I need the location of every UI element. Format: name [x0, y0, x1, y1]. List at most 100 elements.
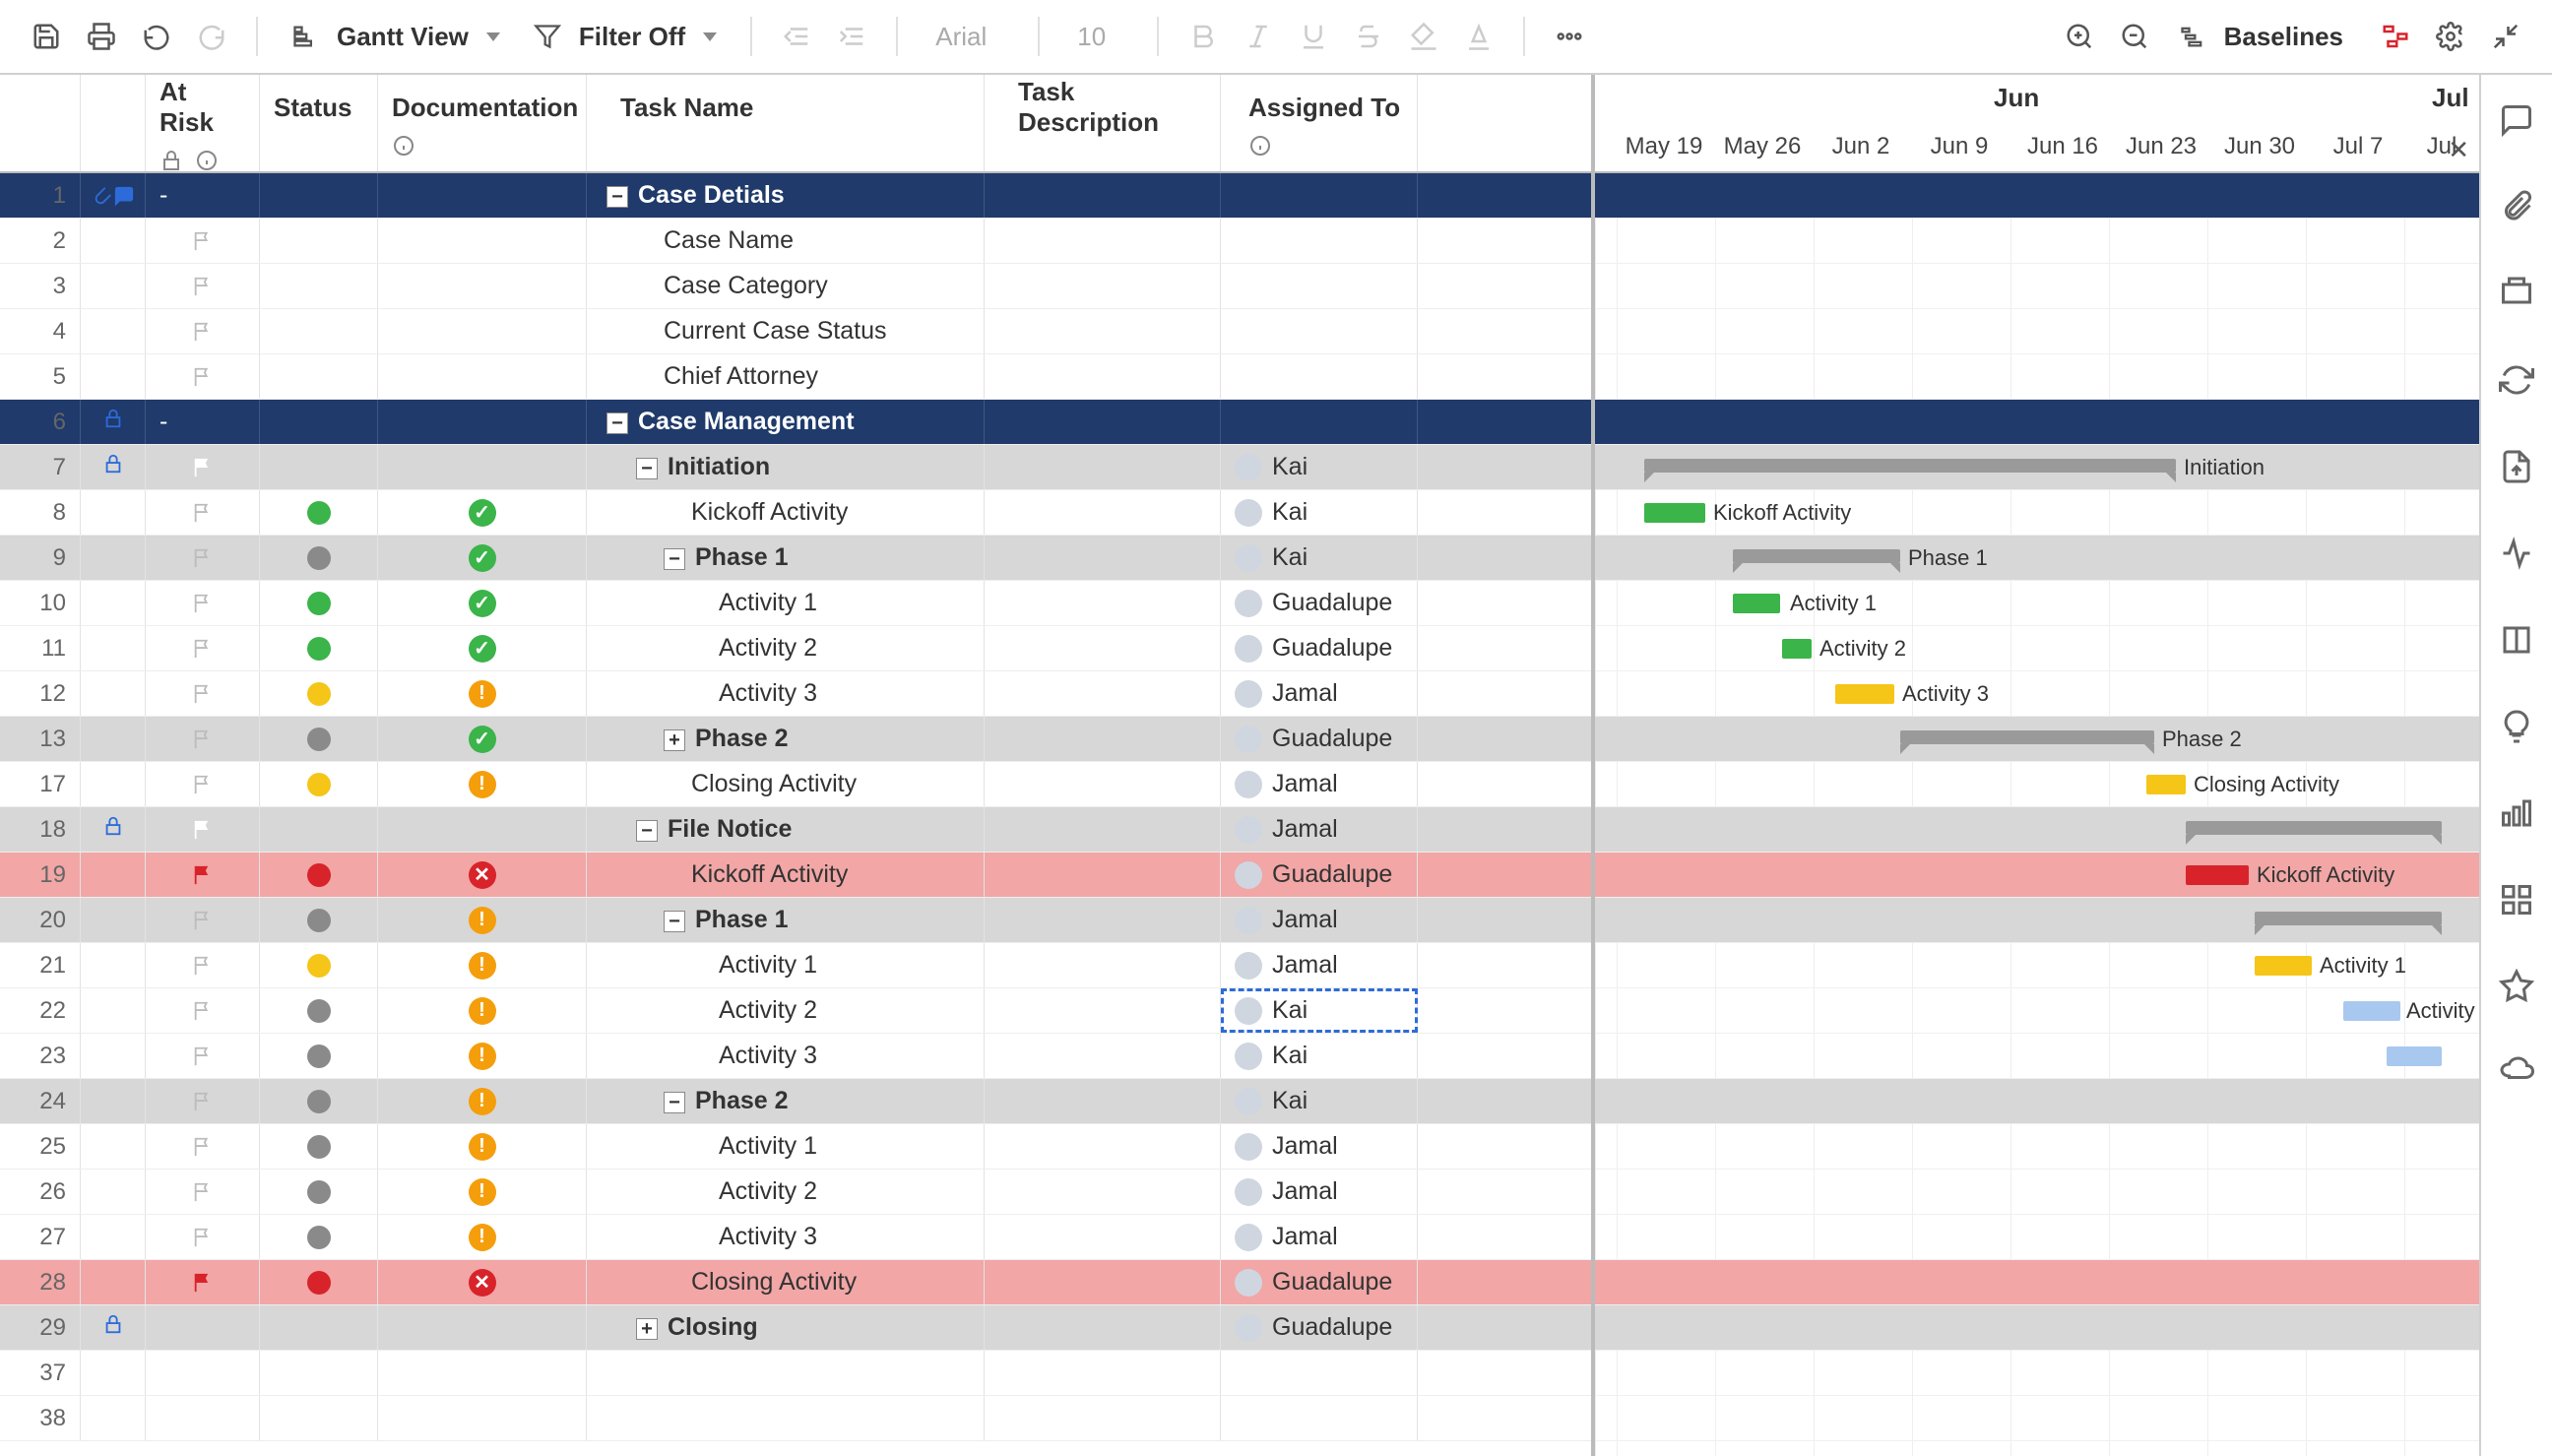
- risk-cell[interactable]: [146, 1351, 260, 1395]
- font-family-select[interactable]: Arial: [918, 22, 1018, 52]
- doc-cell[interactable]: ✕: [378, 853, 587, 897]
- risk-cell[interactable]: [146, 943, 260, 987]
- task-cell[interactable]: Activity 2: [587, 988, 985, 1033]
- assigned-cell[interactable]: Kai: [1221, 1034, 1418, 1078]
- summary-icon[interactable]: [2499, 622, 2534, 658]
- row-number[interactable]: 8: [0, 490, 81, 535]
- grid-row[interactable]: 1 -−Case Detials: [0, 173, 1591, 219]
- flag-icon[interactable]: [192, 910, 214, 931]
- task-cell[interactable]: Activity 3: [587, 671, 985, 716]
- flag-icon[interactable]: [192, 774, 214, 795]
- critical-path-button[interactable]: [2371, 14, 2420, 59]
- zoom-in-button[interactable]: [2055, 14, 2104, 59]
- expand-toggle[interactable]: −: [664, 911, 685, 932]
- task-cell[interactable]: −Phase 1: [587, 898, 985, 942]
- gantt-row[interactable]: Closing Activity: [1595, 762, 2479, 807]
- task-cell[interactable]: −File Notice: [587, 807, 985, 852]
- task-cell[interactable]: +Phase 2: [587, 717, 985, 761]
- doc-cell[interactable]: ✓: [378, 717, 587, 761]
- status-cell[interactable]: [260, 581, 378, 625]
- desc-cell[interactable]: [985, 988, 1221, 1033]
- col-task[interactable]: Task Name: [587, 75, 985, 171]
- expand-toggle[interactable]: +: [664, 729, 685, 751]
- desc-cell[interactable]: [985, 1215, 1221, 1259]
- task-cell[interactable]: Case Category: [587, 264, 985, 308]
- grid-row[interactable]: 23!Activity 3Kai: [0, 1034, 1591, 1079]
- flag-icon[interactable]: [192, 1181, 214, 1203]
- task-cell[interactable]: Activity 1: [587, 581, 985, 625]
- expand-toggle[interactable]: −: [606, 186, 628, 208]
- doc-cell[interactable]: [378, 807, 587, 852]
- task-cell[interactable]: Activity 1: [587, 943, 985, 987]
- proofs-icon[interactable]: [2499, 276, 2534, 311]
- task-cell[interactable]: Kickoff Activity: [587, 490, 985, 535]
- publish-icon[interactable]: [2499, 449, 2534, 484]
- risk-cell[interactable]: [146, 898, 260, 942]
- integration-icon[interactable]: [2499, 1055, 2534, 1091]
- status-cell[interactable]: [260, 1170, 378, 1214]
- doc-cell[interactable]: [378, 400, 587, 444]
- doc-cell[interactable]: !: [378, 1215, 587, 1259]
- flag-icon[interactable]: [192, 1272, 214, 1294]
- flag-icon[interactable]: [192, 457, 214, 478]
- row-number[interactable]: 28: [0, 1260, 81, 1304]
- assigned-cell[interactable]: Jamal: [1221, 898, 1418, 942]
- assigned-cell[interactable]: Kai: [1221, 988, 1418, 1033]
- desc-cell[interactable]: [985, 1124, 1221, 1169]
- zoom-out-button[interactable]: [2110, 14, 2159, 59]
- assigned-cell[interactable]: [1221, 354, 1418, 399]
- status-cell[interactable]: [260, 626, 378, 670]
- gantt-row[interactable]: Kickoff Activity: [1595, 853, 2479, 898]
- expand-toggle[interactable]: +: [636, 1318, 658, 1340]
- doc-cell[interactable]: [378, 445, 587, 489]
- task-cell[interactable]: Activity 3: [587, 1034, 985, 1078]
- risk-cell[interactable]: [146, 264, 260, 308]
- gantt-row[interactable]: Activity 3: [1595, 671, 2479, 717]
- doc-cell[interactable]: [378, 1396, 587, 1440]
- risk-cell[interactable]: [146, 309, 260, 353]
- task-cell[interactable]: Activity 3: [587, 1215, 985, 1259]
- assigned-cell[interactable]: Jamal: [1221, 762, 1418, 806]
- desc-cell[interactable]: [985, 1260, 1221, 1304]
- desc-cell[interactable]: [985, 264, 1221, 308]
- doc-cell[interactable]: [378, 1305, 587, 1350]
- grid-row[interactable]: 21!Activity 1Jamal: [0, 943, 1591, 988]
- grid-row[interactable]: 26!Activity 2Jamal: [0, 1170, 1591, 1215]
- status-cell[interactable]: [260, 1396, 378, 1440]
- collapse-button[interactable]: [2481, 14, 2530, 59]
- assigned-cell[interactable]: [1221, 264, 1418, 308]
- task-cell[interactable]: Kickoff Activity: [587, 853, 985, 897]
- grid-row[interactable]: 17!Closing ActivityJamal: [0, 762, 1591, 807]
- row-number[interactable]: 24: [0, 1079, 81, 1123]
- grid-row[interactable]: 37: [0, 1351, 1591, 1396]
- desc-cell[interactable]: [985, 671, 1221, 716]
- task-bar[interactable]: [2186, 865, 2249, 885]
- expand-toggle[interactable]: −: [664, 548, 685, 570]
- assigned-cell[interactable]: [1221, 309, 1418, 353]
- gantt-row[interactable]: [1595, 1215, 2479, 1260]
- doc-cell[interactable]: !: [378, 1079, 587, 1123]
- task-bar[interactable]: [1835, 684, 1894, 704]
- flag-icon[interactable]: [192, 321, 214, 343]
- assigned-cell[interactable]: Jamal: [1221, 1170, 1418, 1214]
- expand-toggle[interactable]: −: [664, 1092, 685, 1113]
- risk-cell[interactable]: [146, 853, 260, 897]
- desc-cell[interactable]: [985, 1079, 1221, 1123]
- grid-row[interactable]: 25!Activity 1Jamal: [0, 1124, 1591, 1170]
- desc-cell[interactable]: [985, 536, 1221, 580]
- doc-cell[interactable]: [378, 309, 587, 353]
- risk-cell[interactable]: [146, 581, 260, 625]
- risk-cell[interactable]: [146, 445, 260, 489]
- status-cell[interactable]: [260, 1260, 378, 1304]
- indent-button[interactable]: [827, 14, 876, 59]
- assigned-cell[interactable]: Jamal: [1221, 1215, 1418, 1259]
- status-cell[interactable]: [260, 219, 378, 263]
- assigned-cell[interactable]: Guadalupe: [1221, 1305, 1418, 1350]
- status-cell[interactable]: [260, 898, 378, 942]
- desc-cell[interactable]: [985, 1034, 1221, 1078]
- row-number[interactable]: 3: [0, 264, 81, 308]
- desc-cell[interactable]: [985, 445, 1221, 489]
- col-doc[interactable]: Documentation: [378, 75, 587, 171]
- desc-cell[interactable]: [985, 490, 1221, 535]
- assigned-cell[interactable]: Guadalupe: [1221, 581, 1418, 625]
